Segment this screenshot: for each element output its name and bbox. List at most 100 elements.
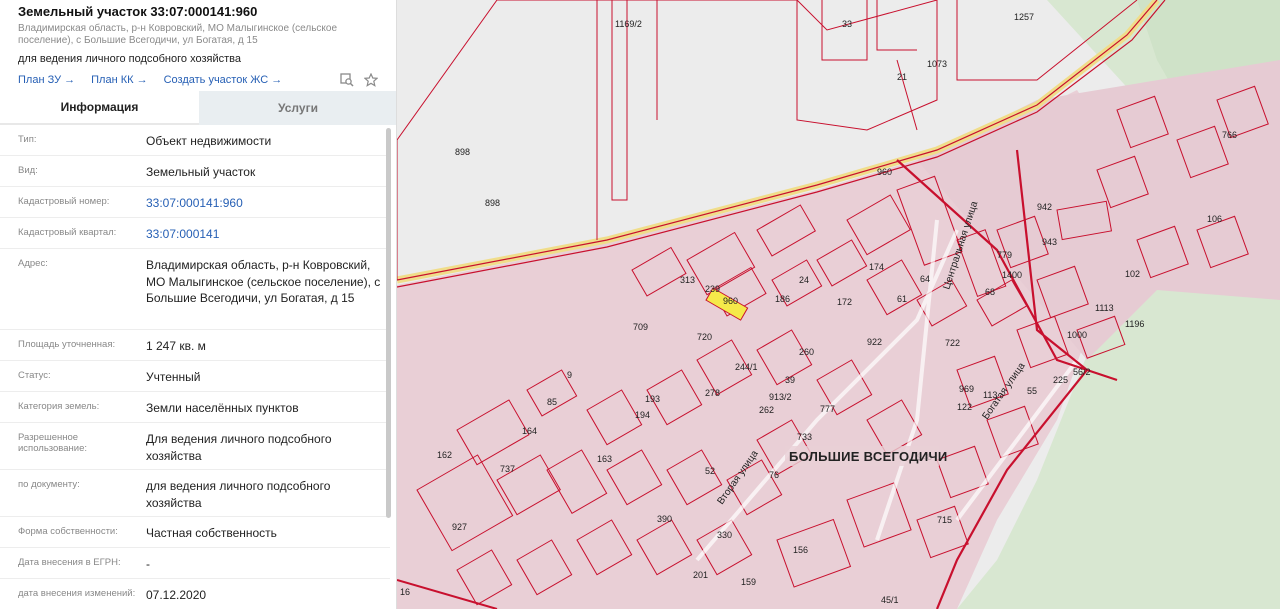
svg-text:722: 722 — [945, 338, 960, 348]
svg-text:766: 766 — [1222, 130, 1237, 140]
svg-text:898: 898 — [485, 198, 500, 208]
row-label: Кадастровый квартал: — [18, 227, 117, 238]
row-area: Площадь уточненная: 1 247 кв. м — [0, 330, 390, 361]
row-ownership: Форма собственности: Частная собственнос… — [0, 517, 390, 548]
svg-text:1000: 1000 — [1067, 330, 1087, 340]
plan-zu-link[interactable]: План ЗУ → — [18, 74, 75, 86]
row-value: Земельный участок — [146, 165, 256, 179]
row-value: - — [146, 557, 150, 571]
row-by-document: по документу: для ведения личного подсоб… — [0, 470, 390, 517]
svg-text:76: 76 — [769, 470, 779, 480]
row-value: Объект недвижимости — [146, 134, 272, 148]
svg-text:779: 779 — [997, 250, 1012, 260]
svg-text:68: 68 — [985, 287, 995, 297]
svg-text:186: 186 — [775, 294, 790, 304]
svg-text:720: 720 — [697, 332, 712, 342]
svg-text:1113: 1113 — [1095, 303, 1114, 313]
svg-text:174: 174 — [869, 262, 884, 272]
village-label: БОЛЬШИЕ ВСЕГОДИЧИ — [785, 446, 948, 466]
svg-text:45/1: 45/1 — [881, 595, 899, 605]
row-label: Категория земель: — [18, 401, 100, 412]
svg-text:262: 262 — [759, 405, 774, 415]
svg-text:201: 201 — [693, 570, 708, 580]
panel-header: Земельный участок 33:07:000141:960 Влади… — [0, 0, 396, 88]
svg-text:122: 122 — [957, 402, 972, 412]
svg-text:56/2: 56/2 — [1073, 367, 1091, 377]
svg-text:1073: 1073 — [927, 59, 947, 69]
row-cadastral-number: Кадастровый номер: 33:07:000141:960 — [0, 187, 390, 218]
parcel-title: Земельный участок 33:07:000141:960 — [18, 4, 258, 19]
row-label: Форма собственности: — [18, 526, 118, 537]
row-value: Владимирская область, р-н Ковровский, МО… — [146, 258, 381, 305]
svg-text:960: 960 — [723, 296, 738, 306]
svg-text:33: 33 — [842, 19, 852, 29]
row-status: Статус: Учтенный — [0, 361, 390, 392]
svg-text:1400: 1400 — [1002, 270, 1022, 280]
svg-text:9: 9 — [567, 370, 572, 380]
svg-text:913/2: 913/2 — [769, 392, 792, 402]
svg-text:85: 85 — [547, 397, 557, 407]
row-label: Тип: — [18, 134, 37, 145]
svg-text:278: 278 — [705, 388, 720, 398]
star-icon[interactable] — [363, 72, 379, 87]
svg-text:330: 330 — [717, 530, 732, 540]
plan-kk-link[interactable]: План КК → — [91, 74, 147, 86]
action-links: План ЗУ → План КК → Создать участок ЖС → — [18, 72, 379, 88]
svg-text:733: 733 — [797, 432, 812, 442]
svg-text:960: 960 — [877, 167, 892, 177]
svg-text:1196: 1196 — [1125, 319, 1144, 329]
svg-text:21: 21 — [897, 72, 907, 82]
svg-text:172: 172 — [837, 297, 852, 307]
row-egrn-date: Дата внесения в ЕГРН: - — [0, 548, 390, 579]
svg-text:942: 942 — [1037, 202, 1052, 212]
svg-text:55: 55 — [1027, 386, 1037, 396]
row-value: для ведения личного подсобного хозяйства — [146, 479, 331, 510]
svg-text:239: 239 — [705, 284, 720, 294]
map-canvas: 898 898 1169/2 33 1257 1073 21 960 942 7… — [397, 0, 1280, 609]
svg-text:156: 156 — [793, 545, 808, 555]
search-map-icon[interactable] — [340, 73, 354, 87]
row-value: 07.12.2020 — [146, 588, 207, 602]
panel-tabs: Информация Услуги — [0, 91, 396, 125]
row-label: Кадастровый номер: — [18, 196, 110, 207]
row-label: по документу: — [18, 479, 80, 490]
cadastral-quarter-link[interactable]: 33:07:000141 — [146, 218, 390, 248]
svg-text:163: 163 — [597, 454, 612, 464]
svg-text:39: 39 — [785, 375, 795, 385]
parcel-address-subtitle: Владимирская область, р-н Ковровский, МО… — [18, 23, 338, 46]
svg-text:943: 943 — [1042, 237, 1057, 247]
svg-text:922: 922 — [867, 337, 882, 347]
svg-text:969: 969 — [959, 384, 974, 394]
create-parcel-link[interactable]: Создать участок ЖС → — [164, 74, 283, 86]
svg-text:24: 24 — [799, 275, 809, 285]
svg-text:БОЛЬШИЕ ВСЕГОДИЧИ: БОЛЬШИЕ ВСЕГОДИЧИ — [789, 449, 948, 464]
svg-text:715: 715 — [937, 515, 952, 525]
svg-text:162: 162 — [437, 450, 452, 460]
tab-information[interactable]: Информация — [0, 91, 199, 125]
svg-text:927: 927 — [452, 522, 467, 532]
row-label: Площадь уточненная: — [18, 339, 116, 350]
cadastral-map[interactable]: 898 898 1169/2 33 1257 1073 21 960 942 7… — [397, 0, 1280, 609]
row-kind: Вид: Земельный участок — [0, 156, 390, 187]
cadastral-number-link[interactable]: 33:07:000141:960 — [146, 187, 390, 217]
svg-text:16: 16 — [400, 587, 410, 597]
info-rows: Тип: Объект недвижимости Вид: Земельный … — [0, 125, 390, 609]
row-address: Адрес: Владимирская область, р-н Ковровс… — [0, 249, 390, 330]
svg-text:390: 390 — [657, 514, 672, 524]
row-label: Адрес: — [18, 258, 48, 269]
svg-text:102: 102 — [1125, 269, 1140, 279]
parcel-info-panel: Земельный участок 33:07:000141:960 Влади… — [0, 0, 397, 609]
row-value: 1 247 кв. м — [146, 339, 206, 353]
parcel-purpose: для ведения личного подсобного хозяйства — [18, 53, 241, 65]
row-value: Учтенный — [146, 370, 201, 384]
row-label: Вид: — [18, 165, 38, 176]
svg-text:61: 61 — [897, 294, 907, 304]
tab-services[interactable]: Услуги — [199, 91, 396, 125]
header-icons — [340, 72, 379, 87]
row-label: дата внесения изменений: — [18, 588, 136, 599]
row-value: Для ведения личного подсобного хозяйства — [146, 432, 332, 463]
svg-text:52: 52 — [705, 466, 715, 476]
svg-text:898: 898 — [455, 147, 470, 157]
panel-scrollbar[interactable] — [386, 128, 391, 518]
svg-text:225: 225 — [1053, 375, 1068, 385]
